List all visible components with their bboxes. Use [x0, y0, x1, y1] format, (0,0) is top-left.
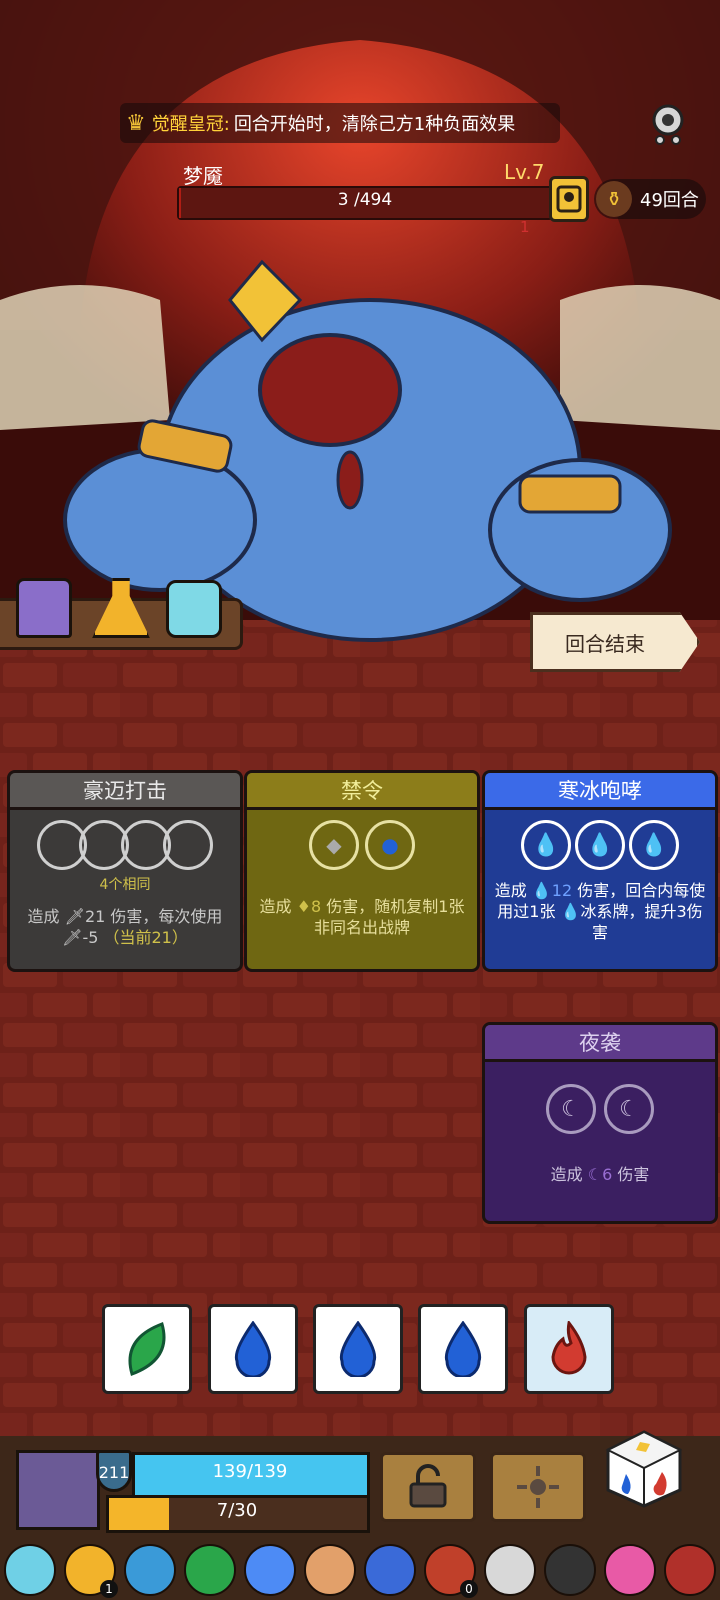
buff-name: 觉醒皇冠:	[151, 114, 230, 135]
end-turn-button[interactable]: 回合结束	[530, 612, 700, 672]
dice-cube-button[interactable]	[604, 1428, 684, 1508]
dice-slot-group: ☾ ☾	[485, 1084, 715, 1134]
water-slot-icon[interactable]: ●	[365, 820, 415, 870]
water-die-icon[interactable]	[313, 1304, 403, 1394]
card-desc-line2: -5	[82, 928, 99, 947]
moon-slot-icon[interactable]: ☾	[546, 1084, 596, 1134]
red-orb-relic-icon[interactable]: 0	[424, 1544, 478, 1598]
relic-bar: 10	[0, 1540, 720, 1600]
round-counter-label: 49回合	[640, 190, 699, 211]
water-slot-icon[interactable]: 💧	[629, 820, 679, 870]
buff-banner: ♛ 觉醒皇冠: 回合开始时，清除己方1种负面效果	[120, 103, 560, 143]
water-die-icon[interactable]	[208, 1304, 298, 1394]
sword-icon: 🗡	[64, 907, 85, 926]
card-title: 寒冰咆哮	[485, 773, 715, 810]
card-desc-value: 12	[551, 881, 573, 900]
card-desc-value: 21	[84, 907, 106, 926]
boss-hp-text: 3 /494	[337, 190, 393, 210]
water-drop-icon: 💧	[560, 902, 581, 921]
dice-slot-group	[10, 820, 240, 870]
buff-description: 回合开始时，清除己方1种负面效果	[233, 114, 516, 135]
moon-slot-icon[interactable]: ☾	[604, 1084, 654, 1134]
heart-relic-icon[interactable]	[604, 1544, 656, 1596]
card-desc-prefix: 造成	[27, 907, 60, 926]
card-heroic-strike[interactable]: 豪迈打击 4个相同 造成 🗡21 伤害，每次使用 🗡-5 （当前21）	[7, 770, 243, 972]
card-desc-value: 6	[602, 1165, 613, 1184]
leaf-die-icon[interactable]	[102, 1304, 192, 1394]
water-drop-relic-icon[interactable]	[244, 1544, 296, 1596]
card-desc-prefix: 造成	[494, 881, 527, 900]
card-desc-prefix: 造成	[259, 897, 292, 916]
leaf-relic-icon[interactable]	[184, 1544, 236, 1596]
card-title: 禁令	[247, 773, 477, 810]
purple-potion-icon[interactable]	[16, 578, 72, 638]
settings-gear-icon[interactable]	[645, 100, 691, 146]
crown-icon: ♛	[126, 110, 146, 136]
card-night-raid[interactable]: 夜袭 ☾ ☾ 造成 ☾6 伤害	[482, 1022, 718, 1224]
moon-icon: ☾	[587, 1165, 603, 1184]
card-title: 豪迈打击	[10, 773, 240, 810]
card-desc-suffix: 伤害，随机复制1张非同名出战牌	[313, 897, 465, 937]
water-slot-icon[interactable]: 💧	[521, 820, 571, 870]
card-description: 造成 ♦8 伤害，随机复制1张非同名出战牌	[247, 896, 477, 938]
card-description: 造成 ☾6 伤害	[485, 1164, 715, 1185]
card-desc-prefix: 造成	[550, 1165, 583, 1184]
card-edict[interactable]: 禁令 ◆ ● 造成 ♦8 伤害，随机复制1张非同名出战牌	[244, 770, 480, 972]
card-desc-suffix: 伤害，每次使用	[110, 907, 223, 926]
boss-name: 梦魇	[183, 164, 223, 188]
water-slot-icon[interactable]: 💧	[575, 820, 625, 870]
shatter-slot-button[interactable]	[490, 1452, 586, 1522]
fire-die-icon[interactable]	[524, 1304, 614, 1394]
water-die-icon[interactable]	[418, 1304, 508, 1394]
sword-icon: 🗡	[62, 928, 83, 947]
player-energy-text: 7/30	[216, 1500, 258, 1521]
relic-count-badge: 1	[100, 1580, 118, 1598]
diamond-icon: ♦	[296, 897, 311, 916]
card-desc-value: 8	[310, 897, 322, 916]
card-description: 造成 🗡21 伤害，每次使用 🗡-5 （当前21）	[10, 906, 240, 948]
card-description: 造成 💧12 伤害，回合内每使用过1张 💧冰系牌，提升3伤害	[485, 880, 715, 943]
card-desc-suffix: 冰系牌，提升3伤害	[580, 902, 703, 942]
player-hp-text: 139/139	[212, 1461, 288, 1482]
cyan-potion-icon[interactable]	[166, 580, 222, 638]
blue-fish-relic-icon[interactable]	[364, 1544, 416, 1596]
card-title: 夜袭	[485, 1025, 715, 1062]
dice-slot-group: 💧 💧 💧	[485, 820, 715, 870]
lock-slot-button[interactable]	[380, 1452, 476, 1522]
gold-relic-icon[interactable]: 1	[64, 1544, 118, 1598]
card-desc-current: （当前21）	[103, 928, 188, 947]
teal-mask-relic-icon[interactable]	[124, 1544, 176, 1596]
blue-ghost-relic-icon[interactable]	[4, 1544, 56, 1596]
dancer-relic-icon[interactable]	[304, 1544, 356, 1596]
boss-info-button[interactable]	[549, 176, 589, 222]
black-armor-relic-icon[interactable]	[544, 1544, 596, 1596]
water-drop-icon: 💧	[531, 881, 552, 900]
hero-avatar[interactable]	[16, 1450, 100, 1530]
diamond-slot-icon[interactable]: ◆	[309, 820, 359, 870]
player-shield-value: 211	[98, 1462, 130, 1482]
d20-relic-icon[interactable]	[484, 1544, 536, 1596]
dice-slot-group: ◆ ●	[247, 820, 477, 870]
scroll-icon: ⚱	[596, 181, 632, 217]
relic-count-badge: 0	[460, 1580, 478, 1598]
red-hood-relic-icon[interactable]	[664, 1544, 716, 1596]
boss-level: Lv.7	[504, 160, 545, 184]
card-frost-roar[interactable]: 寒冰咆哮 💧 💧 💧 造成 💧12 伤害，回合内每使用过1张 💧冰系牌，提升3伤…	[482, 770, 718, 972]
empty-dice-slot[interactable]	[163, 820, 213, 870]
boss-status-value: 1	[520, 218, 530, 236]
card-desc-suffix: 伤害	[617, 1165, 650, 1184]
slot-requirement: 4个相同	[99, 877, 151, 893]
